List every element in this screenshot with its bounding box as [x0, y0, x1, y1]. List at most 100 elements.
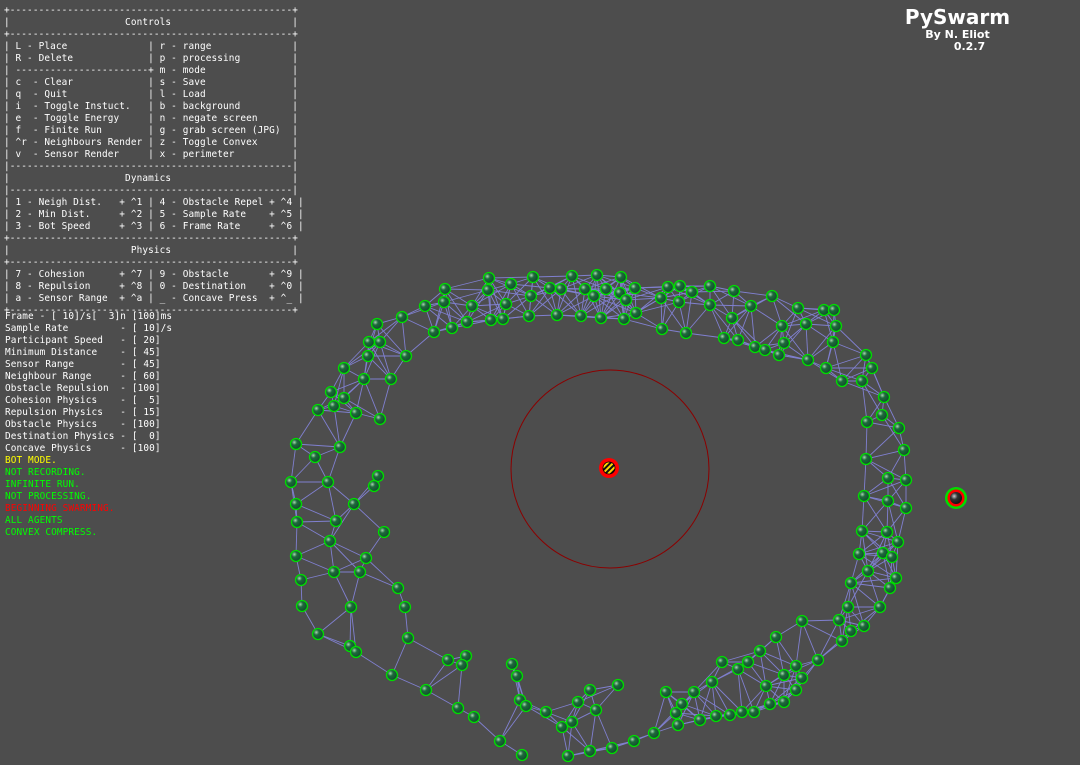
swarm-bot[interactable]: [349, 645, 363, 659]
swarm-bot[interactable]: [777, 336, 791, 350]
swarm-bot[interactable]: [519, 699, 533, 713]
swarm-bot[interactable]: [703, 279, 717, 293]
swarm-bot[interactable]: [327, 565, 341, 579]
swarm-bot[interactable]: [323, 534, 337, 548]
swarm-bot[interactable]: [361, 349, 375, 363]
swarm-bot[interactable]: [438, 282, 452, 296]
swarm-bot[interactable]: [605, 741, 619, 755]
swarm-bot[interactable]: [524, 289, 538, 303]
swarm-bot[interactable]: [571, 695, 585, 709]
swarm-bot[interactable]: [504, 277, 518, 291]
swarm-bot[interactable]: [554, 282, 568, 296]
swarm-bot[interactable]: [777, 695, 791, 709]
swarm-bot[interactable]: [671, 718, 685, 732]
swarm-bot[interactable]: [539, 705, 553, 719]
swarm-bot[interactable]: [753, 644, 767, 658]
swarm-bot[interactable]: [715, 655, 729, 669]
swarm-bot[interactable]: [629, 306, 643, 320]
swarm-bot[interactable]: [619, 293, 633, 307]
swarm-bot[interactable]: [347, 497, 361, 511]
swarm-bot[interactable]: [844, 624, 858, 638]
swarm-bot[interactable]: [599, 282, 613, 296]
swarm-bot[interactable]: [482, 271, 496, 285]
swarm-bot[interactable]: [661, 280, 675, 294]
swarm-bot[interactable]: [418, 299, 432, 313]
swarm-bot[interactable]: [555, 720, 569, 734]
swarm-bot[interactable]: [859, 452, 873, 466]
swarm-bot[interactable]: [703, 298, 717, 312]
swarm-bot[interactable]: [881, 471, 895, 485]
swarm-bot[interactable]: [852, 547, 866, 561]
swarm-bot[interactable]: [725, 311, 739, 325]
swarm-bot[interactable]: [899, 473, 913, 487]
swarm-bot[interactable]: [385, 668, 399, 682]
swarm-bot[interactable]: [789, 659, 803, 673]
swarm-bot[interactable]: [763, 697, 777, 711]
swarm-bot[interactable]: [329, 514, 343, 528]
swarm-bot[interactable]: [451, 701, 465, 715]
swarm-bot[interactable]: [772, 348, 786, 362]
swarm-bot[interactable]: [685, 285, 699, 299]
swarm-bot[interactable]: [892, 421, 906, 435]
swarm-bot[interactable]: [565, 269, 579, 283]
swarm-bot[interactable]: [493, 734, 507, 748]
swarm-canvas[interactable]: [0, 0, 1080, 765]
swarm-bot[interactable]: [865, 361, 879, 375]
swarm-bot[interactable]: [705, 675, 719, 689]
swarm-bot[interactable]: [881, 494, 895, 508]
swarm-bot[interactable]: [362, 335, 376, 349]
swarm-bot[interactable]: [589, 703, 603, 717]
swarm-bot[interactable]: [775, 319, 789, 333]
swarm-bot[interactable]: [672, 295, 686, 309]
swarm-bot[interactable]: [777, 668, 791, 682]
swarm-bot[interactable]: [687, 685, 701, 699]
swarm-bot[interactable]: [844, 576, 858, 590]
swarm-bot[interactable]: [617, 312, 631, 326]
swarm-bot[interactable]: [484, 313, 498, 327]
swarm-bot[interactable]: [499, 297, 513, 311]
swarm-bot[interactable]: [353, 565, 367, 579]
swarm-bot[interactable]: [333, 440, 347, 454]
swarm-bot[interactable]: [526, 270, 540, 284]
swarm-bot[interactable]: [289, 437, 303, 451]
swarm-bot[interactable]: [295, 599, 309, 613]
swarm-bot[interactable]: [614, 270, 628, 284]
swarm-bot[interactable]: [889, 571, 903, 585]
swarm-bot[interactable]: [765, 289, 779, 303]
swarm-bot[interactable]: [327, 399, 341, 413]
swarm-bot[interactable]: [693, 713, 707, 727]
swarm-bot[interactable]: [855, 374, 869, 388]
swarm-bot[interactable]: [857, 489, 871, 503]
swarm-bot[interactable]: [832, 613, 846, 627]
swarm-bot[interactable]: [289, 497, 303, 511]
swarm-bot[interactable]: [377, 525, 391, 539]
swarm-bot[interactable]: [819, 361, 833, 375]
swarm-bot[interactable]: [496, 312, 510, 326]
swarm-bot[interactable]: [841, 600, 855, 614]
swarm-bot[interactable]: [857, 619, 871, 633]
swarm-bot[interactable]: [883, 581, 897, 595]
swarm-bot[interactable]: [829, 319, 843, 333]
swarm-bot[interactable]: [574, 309, 588, 323]
swarm-bot[interactable]: [611, 678, 625, 692]
swarm-bot[interactable]: [419, 683, 433, 697]
swarm-bot[interactable]: [294, 573, 308, 587]
swarm-bot[interactable]: [455, 658, 469, 672]
swarm-bot[interactable]: [769, 630, 783, 644]
swarm-bot[interactable]: [735, 705, 749, 719]
swarm-bot[interactable]: [859, 348, 873, 362]
swarm-bot[interactable]: [731, 333, 745, 347]
swarm-bot[interactable]: [587, 289, 601, 303]
swarm-bot[interactable]: [460, 315, 474, 329]
swarm-bot[interactable]: [308, 450, 322, 464]
swarm-bot[interactable]: [367, 479, 381, 493]
swarm-bot[interactable]: [899, 501, 913, 515]
swarm-bot[interactable]: [467, 710, 481, 724]
swarm-bot[interactable]: [510, 669, 524, 683]
swarm-bot[interactable]: [395, 310, 409, 324]
swarm-bot[interactable]: [628, 281, 642, 295]
swarm-bot[interactable]: [891, 535, 905, 549]
swarm-bot[interactable]: [543, 281, 557, 295]
swarm-bot[interactable]: [321, 475, 335, 489]
swarm-bot[interactable]: [399, 349, 413, 363]
